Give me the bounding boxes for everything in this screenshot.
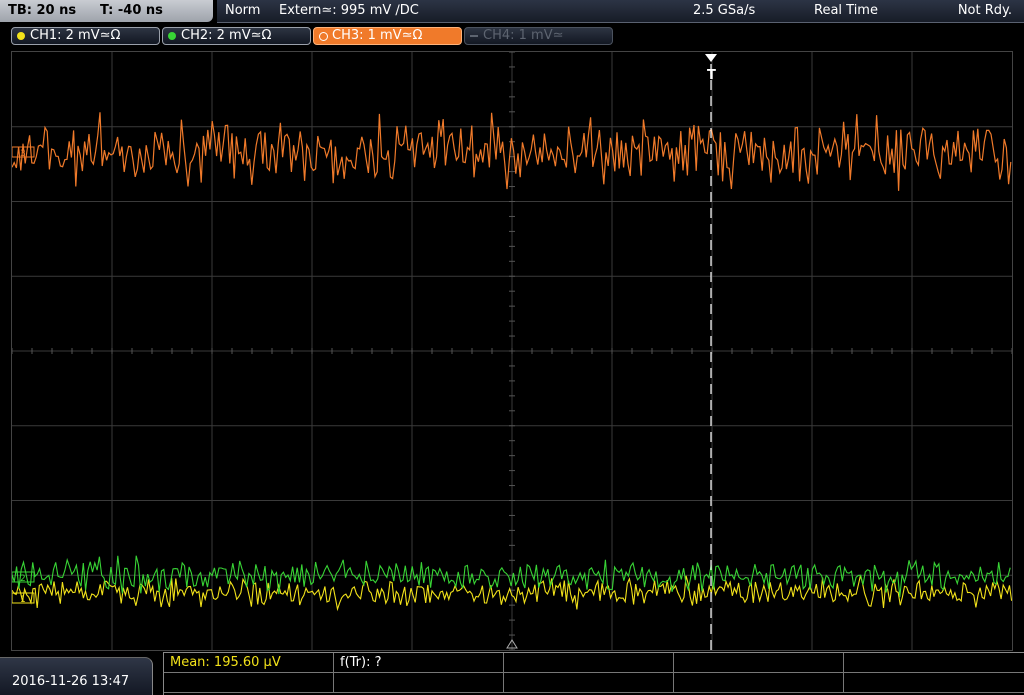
- ch2-label: CH2: 2 mV≃Ω: [181, 28, 272, 43]
- acquisition-status-strip: Norm Extern≃: 995 mV ∕DC 2.5 GSa/s Real …: [217, 0, 1024, 23]
- ch3-offset-label: 3: [20, 149, 26, 159]
- ch4-indicator-icon: [470, 35, 478, 37]
- timebase-value[interactable]: TB: 20 ns: [8, 3, 76, 18]
- measurement-panel[interactable]: Mean: 195.60 µV f(Tr): ?: [163, 652, 1024, 695]
- measurement-slot-5[interactable]: [844, 653, 1024, 673]
- measurement-slot-8[interactable]: [504, 673, 674, 693]
- timebase-panel[interactable]: TB: 20 ns T: -40 ns: [0, 0, 213, 22]
- ch2-indicator-icon: [168, 32, 176, 40]
- waveform-plot: T 3 2 1: [12, 52, 1012, 650]
- measurement-slot-4[interactable]: [674, 653, 844, 673]
- top-status-bar: TB: 20 ns T: -40 ns Norm Extern≃: 995 mV…: [0, 0, 1024, 24]
- run-state: Not Rdy.: [957, 3, 1012, 18]
- ch3-waveform: [12, 112, 1012, 191]
- datetime-value: 2016-11-26 13:47: [12, 674, 130, 689]
- datetime-panel: 2016-11-26 13:47: [0, 657, 153, 695]
- ch1-label: CH1: 2 mV≃Ω: [30, 28, 121, 43]
- measurement-slot-7[interactable]: [334, 673, 504, 693]
- channel-tab-ch1[interactable]: CH1: 2 mV≃Ω: [11, 27, 160, 45]
- channel-tab-ch3[interactable]: CH3: 1 mV≃Ω: [313, 27, 462, 45]
- ch2-waveform: [12, 555, 1011, 598]
- measurement-slot-10[interactable]: [844, 673, 1024, 693]
- trigger-source[interactable]: Extern≃: 995 mV ∕DC: [279, 3, 419, 18]
- measurement-rise-frequency[interactable]: f(Tr): ?: [334, 653, 504, 673]
- measurement-slot-3[interactable]: [504, 653, 674, 673]
- sampling-mode: Real Time: [814, 3, 878, 18]
- trigger-position-icon[interactable]: [705, 54, 717, 62]
- ch3-label: CH3: 1 mV≃Ω: [332, 28, 423, 43]
- measurement-slot-9[interactable]: [674, 673, 844, 693]
- ch4-label: CH4: 1 mV≃: [483, 28, 564, 43]
- sample-rate: 2.5 GSa/s: [693, 3, 756, 18]
- ch1-offset-label: 1: [20, 595, 26, 605]
- measurement-mean[interactable]: Mean: 195.60 µV: [164, 653, 334, 673]
- waveform-display[interactable]: T 3 2 1: [11, 51, 1013, 651]
- ch3-indicator-icon: [319, 32, 328, 41]
- trigger-marker-label: T: [707, 68, 716, 83]
- measurement-slot-6[interactable]: [164, 673, 334, 693]
- ch1-indicator-icon: [17, 32, 25, 40]
- acquisition-mode[interactable]: Norm: [225, 3, 260, 18]
- channel-tab-ch4[interactable]: CH4: 1 mV≃: [464, 27, 613, 45]
- channel-tab-ch2[interactable]: CH2: 2 mV≃Ω: [162, 27, 311, 45]
- trigger-time-value[interactable]: T: -40 ns: [100, 3, 163, 18]
- ch2-offset-label: 2: [20, 574, 26, 584]
